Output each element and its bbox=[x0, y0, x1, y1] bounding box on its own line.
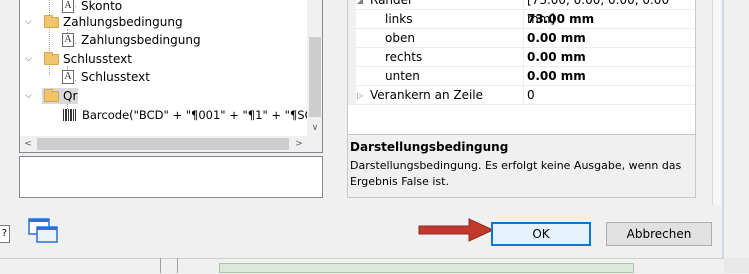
property-value[interactable]: 0.00 mm bbox=[527, 48, 586, 67]
ok-button[interactable]: OK bbox=[491, 222, 591, 246]
column-separator bbox=[523, 86, 524, 105]
property-description: Darstellungsbedingung Darstellungsbeding… bbox=[348, 134, 695, 197]
tree-item-label: Barcode("BCD" + "¶001" + "¶1" + "¶SCT" + bbox=[82, 108, 323, 122]
scroll-right-icon[interactable]: > bbox=[291, 136, 307, 152]
property-name: oben bbox=[385, 31, 415, 45]
property-value[interactable]: 0.00 mm bbox=[527, 29, 586, 48]
chevron-down-icon[interactable]: ⌵ bbox=[25, 87, 34, 105]
scroll-down-icon[interactable]: ∨ bbox=[307, 120, 322, 136]
property-row-unten[interactable]: unten 0.00 mm bbox=[348, 67, 695, 86]
tree-item-label: Schlusstext bbox=[81, 70, 150, 84]
property-name: Verankern an Zeile bbox=[370, 88, 484, 102]
help-icon[interactable]: ? bbox=[0, 225, 10, 243]
column-separator bbox=[523, 67, 524, 86]
background-app-table bbox=[219, 263, 634, 273]
background-window-right bbox=[724, 0, 749, 273]
property-name: links bbox=[385, 12, 413, 26]
folder-icon bbox=[44, 89, 59, 102]
row-gutter bbox=[348, 0, 356, 10]
windows-cascade-icon[interactable] bbox=[27, 217, 59, 245]
barcode-icon bbox=[63, 109, 76, 121]
property-row-oben[interactable]: oben 0.00 mm bbox=[348, 29, 695, 48]
tree-item-label: Zahlungsbedingung bbox=[63, 15, 183, 29]
tree-item-schlusstext-group[interactable]: ⌵ Schlusstext bbox=[20, 50, 307, 68]
folder-icon bbox=[44, 52, 59, 65]
tree-item-qr-group[interactable]: ⌵ Qr bbox=[20, 87, 307, 105]
preview-box[interactable] bbox=[19, 156, 323, 198]
tree-vertical-scroll-thumb[interactable] bbox=[309, 37, 321, 117]
red-arrow-annotation bbox=[418, 218, 495, 242]
background-app-edge bbox=[724, 258, 749, 273]
folder-icon bbox=[44, 15, 59, 28]
property-name: Ränder bbox=[370, 0, 413, 7]
report-tree[interactable]: A Skonto ⌵ Zahlungsbedingung A Zahlungsb… bbox=[19, 0, 323, 153]
cancel-button[interactable]: Abbrechen bbox=[606, 222, 712, 246]
row-gutter bbox=[348, 67, 356, 86]
row-gutter bbox=[348, 86, 356, 105]
tree-item-barcode[interactable]: Barcode("BCD" + "¶001" + "¶1" + "¶SCT" + bbox=[20, 106, 322, 124]
property-name: unten bbox=[385, 69, 420, 83]
column-separator bbox=[523, 0, 524, 10]
description-title: Darstellungsbedingung bbox=[350, 140, 509, 154]
property-row-raender[interactable]: ◢ Ränder [73.00, 0.00, 0.00, 0.00 mm] bbox=[348, 0, 695, 26]
dialog-frame-edge bbox=[722, 0, 724, 273]
collapse-triangle-icon[interactable]: ◢ bbox=[357, 0, 363, 10]
property-row-links[interactable]: links 73.00 mm bbox=[348, 10, 695, 29]
expand-triangle-icon[interactable]: ▷ bbox=[357, 86, 363, 105]
row-gutter bbox=[348, 48, 356, 67]
background-app-divider bbox=[160, 258, 178, 273]
property-value[interactable]: 73.00 mm bbox=[527, 10, 594, 29]
tree-horizontal-scroll-thumb[interactable] bbox=[37, 138, 289, 150]
property-row-verankern[interactable]: ▷ Verankern an Zeile 0 bbox=[348, 86, 695, 105]
dialog-scrollbar-edge bbox=[712, 0, 721, 205]
column-separator bbox=[523, 10, 524, 29]
text-field-icon: A bbox=[62, 0, 74, 13]
tree-item-label: Qr bbox=[63, 89, 78, 103]
row-gutter bbox=[348, 10, 356, 29]
column-separator bbox=[523, 29, 524, 48]
tree-item-label: Schlusstext bbox=[63, 52, 132, 66]
tree-item-zahlungsbedingung-group[interactable]: ⌵ Zahlungsbedingung bbox=[20, 13, 307, 31]
row-gutter bbox=[348, 29, 356, 48]
property-row-rechts[interactable]: rechts 0.00 mm bbox=[348, 48, 695, 67]
tree-item-label: Zahlungsbedingung bbox=[81, 33, 201, 47]
property-value[interactable]: 0.00 mm bbox=[527, 67, 586, 86]
text-field-icon: A bbox=[62, 33, 74, 47]
property-value[interactable]: [73.00, 0.00, 0.00, 0.00 mm] bbox=[527, 0, 695, 26]
column-separator bbox=[523, 48, 524, 67]
chevron-down-icon[interactable]: ⌵ bbox=[25, 13, 34, 31]
description-text: Darstellungsbedingung. Es erfolgt keine … bbox=[350, 159, 682, 188]
tree-item-zahlungsbedingung[interactable]: A Zahlungsbedingung bbox=[20, 31, 307, 49]
property-grid[interactable]: ◢ Ränder [73.00, 0.00, 0.00, 0.00 mm] li… bbox=[347, 0, 696, 198]
chevron-down-icon[interactable]: ⌵ bbox=[25, 50, 34, 68]
tree-item-schlusstext[interactable]: A Schlusstext bbox=[20, 68, 307, 86]
scroll-left-icon[interactable]: < bbox=[20, 136, 36, 152]
property-name: rechts bbox=[385, 50, 423, 64]
text-field-icon: A bbox=[62, 70, 74, 84]
scrollbar-corner bbox=[307, 136, 322, 152]
property-value[interactable]: 0 bbox=[527, 86, 535, 105]
